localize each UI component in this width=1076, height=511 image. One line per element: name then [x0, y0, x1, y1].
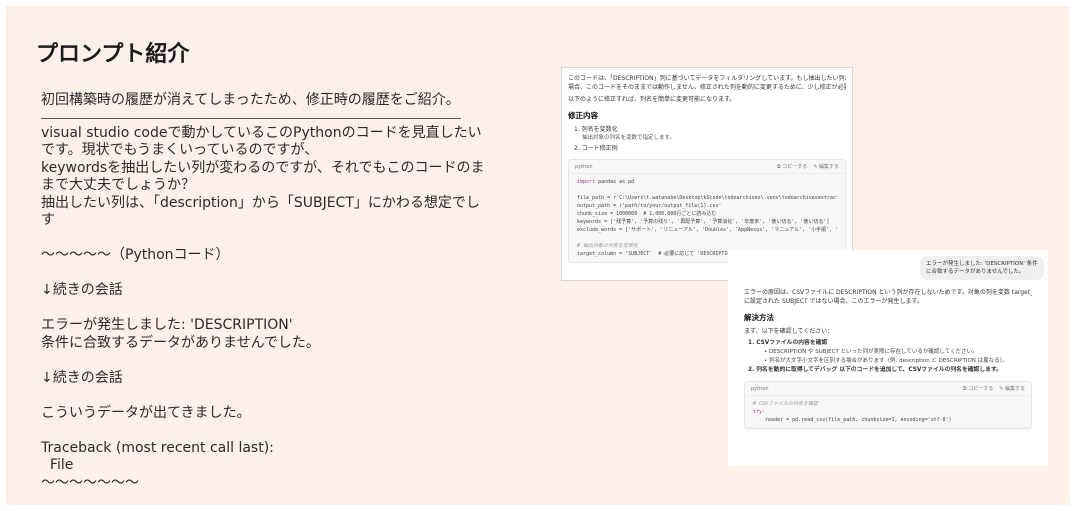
slide: プロンプト紹介 初回構築時の履歴が消えてしまったため、修正時の履歴をご紹介。 v…	[6, 6, 1070, 505]
answer-paragraph-line: 場合、このコードをそのままでは動作しません。修正された列を動的に変更するために、…	[568, 84, 846, 91]
prompt-line: Traceback (most recent call last):	[41, 439, 274, 456]
code-block: python ⧉ コピーする ✎ 編集する import pandas as p…	[568, 159, 846, 263]
code-body: # CSVファイルの列名を確認 try: reader = pd.read_csv…	[745, 396, 1031, 428]
list-item: 1. CSVファイルの内容を確認	[748, 340, 828, 346]
prompt-line: keywordsを抽出したい列が変わるのですが、それでもこのコードのま	[41, 159, 485, 176]
prompt-line: です。現状でもうまくいっているのですが、	[41, 142, 319, 158]
edit-label: 編集する	[818, 164, 839, 170]
code-line: chunk_size = 1000000 # 1,000,000行ごとに読み込む	[577, 211, 717, 217]
answer-paragraph-line: エラーの原因は、CSVファイルに DESCRIPTION という列が存在しないた…	[744, 289, 1032, 296]
edit-code-button[interactable]: ✎ 編集する	[999, 385, 1025, 392]
prompt-line	[41, 422, 511, 440]
prompt-line: File	[41, 457, 74, 473]
prompt-line	[41, 300, 511, 318]
prompt-line: ↓続きの会話	[41, 282, 123, 298]
prompt-line: visual studio codeで動かしているこのPythonのコードを見直…	[41, 124, 482, 141]
prompt-line: ↓続きの会話	[41, 369, 123, 386]
code-line: # CSVファイルの列名を確認	[753, 401, 819, 407]
prompt-body: visual studio codeで動かしているこのPythonのコードを見直…	[41, 125, 511, 493]
list-item: 2. コード修正例	[574, 145, 618, 152]
prompt-line: ～～～～～～～	[41, 474, 139, 491]
code-line: # 抽出対象の列名を変数化	[577, 243, 639, 249]
code-line: reader = pd.read_csv(file_path, chunksiz…	[753, 417, 952, 423]
copy-code-button[interactable]: ⧉ コピーする	[777, 163, 807, 170]
prompt-line: まで大丈夫でしょうか？	[41, 177, 195, 193]
copy-label: コピーする	[782, 164, 808, 170]
bullet-item: • DESCRIPTION や SUBJECT といった列が実際に存在しているか…	[764, 349, 978, 355]
code-header: python ⧉ コピーする ✎ 編集する	[745, 382, 1031, 396]
prompt-line: 抽出したい列は、「description」から「SUBJECT」にかわる想定でし	[41, 194, 480, 211]
copy-label: コピーする	[968, 386, 994, 392]
chat-screenshot-code-fix: このコードは、「DESCRIPTION」列に基づいてデータをフィルタリングしてい…	[561, 67, 853, 281]
code-line: output_path = r'path/to/your/output_file…	[577, 203, 722, 209]
answer-intro: まず、以下を確認してください：	[744, 328, 834, 335]
prompt-text: 初回構築時の履歴が消えてしまったため、修正時の履歴をご紹介。 visual st…	[41, 92, 511, 492]
answer-paragraph-line: に設定された SUBJECT ではない場合、このエラーが発生します。	[744, 298, 923, 305]
prompt-line: エラーが発生しました: 'DESCRIPTION'	[41, 317, 293, 333]
code-body: import pandas as pd file_path = r'C:\Use…	[569, 174, 845, 262]
code-lang: python	[575, 163, 593, 170]
prompt-line	[41, 352, 511, 370]
list-item-sub: 抽出対象の列名を変数で指定します。	[582, 135, 675, 141]
chat-screenshot-error-fix: エラーが発生しました: 'DESCRIPTION' 条件に合致するデータがありま…	[728, 250, 1048, 466]
prompt-line	[41, 387, 511, 405]
code-line: exclude_words = ['サポート', 'リニューアル', 'Doub…	[577, 227, 837, 233]
code-line: file_path = r'C:\Users\t.watanabe\Deskto…	[577, 195, 837, 201]
edit-label: 編集する	[1004, 386, 1025, 392]
code-block: python ⧉ コピーする ✎ 編集する # CSVファイルの列名を確認 try…	[744, 381, 1032, 429]
divider	[41, 110, 461, 119]
prompt-line: こういうデータが出てきました。	[41, 404, 251, 421]
code-header: python ⧉ コピーする ✎ 編集する	[569, 160, 845, 174]
answer-heading: 解決方法	[744, 313, 774, 322]
list-item: 1. 列名を変数化	[574, 126, 618, 133]
prompt-line: 条件に合致するデータがありませんでした。	[41, 334, 320, 351]
edit-code-button[interactable]: ✎ 編集する	[813, 163, 839, 170]
code-lang: python	[751, 385, 769, 392]
slide-title: プロンプト紹介	[36, 42, 190, 67]
copy-code-button[interactable]: ⧉ コピーする	[963, 385, 993, 392]
user-message-bubble: エラーが発生しました: 'DESCRIPTION' 条件に合致するデータがありま…	[920, 256, 1044, 280]
intro-line: 初回構築時の履歴が消えてしまったため、修正時の履歴をご紹介。	[41, 92, 460, 108]
prompt-line: ～～～～～（Pythonコード）	[41, 247, 230, 263]
code-line: try:	[753, 409, 766, 415]
answer-paragraph-line: このコードは、「DESCRIPTION」列に基づいてデータをフィルタリングしてい…	[568, 75, 846, 82]
bullet-item: • 列名が大文字小文字を区別する場合があります（例: description と…	[764, 358, 1008, 364]
code-line: import pandas as pd	[577, 179, 635, 185]
prompt-line	[41, 265, 511, 283]
answer-note: 以下のように修正すれば、列名を簡単に変更可能になります。	[568, 96, 736, 103]
prompt-line: す	[41, 212, 55, 228]
list-item: 2. 列名を動的に取得してデバッグ 以下のコードを追加して、CSVファイルの列名…	[748, 367, 1002, 373]
bullet-text: DESCRIPTION や SUBJECT といった列が実際に存在しているか確認…	[769, 349, 978, 355]
code-line: keywords = ['残予算', '予算の残り', '再配予算', '予算消…	[577, 219, 830, 225]
bullet-text: 列名が大文字小文字を区別する場合があります（例: description と D…	[769, 358, 1008, 364]
answer-heading: 修正内容	[568, 111, 598, 120]
prompt-line	[41, 230, 511, 248]
